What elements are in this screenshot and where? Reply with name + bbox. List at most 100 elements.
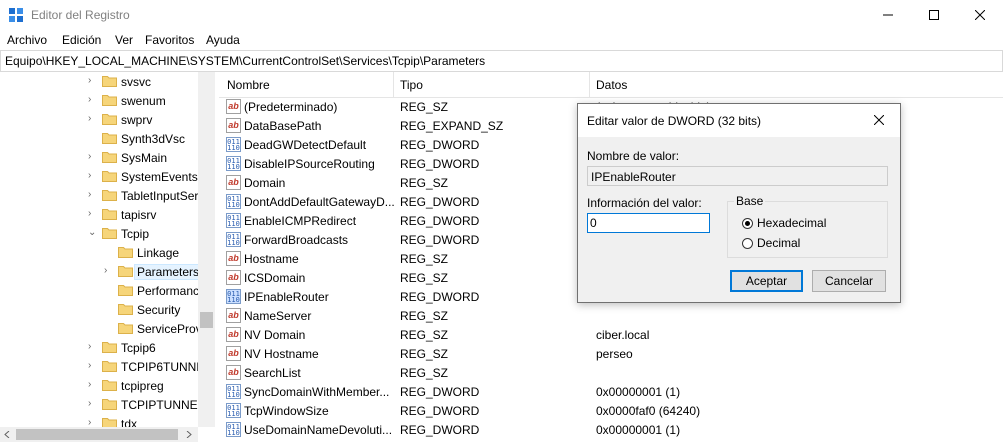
hex-radio[interactable]: Hexadecimal — [742, 216, 826, 230]
value-data-input[interactable] — [587, 213, 710, 233]
folder-icon — [118, 266, 133, 277]
expand-chevron-icon[interactable]: › — [88, 380, 96, 390]
expand-chevron-icon[interactable]: › — [104, 266, 112, 276]
collapse-chevron-icon[interactable]: ⌄ — [88, 228, 96, 238]
key-tree: › svsvc › swenum › swprv Synth3dVsc › SysMain › Sy… — [0, 72, 214, 442]
binary-value-icon: 011 110 — [226, 194, 241, 209]
tree-item[interactable]: › tapisrv — [0, 205, 214, 224]
tree-item[interactable]: › swenum — [0, 91, 214, 110]
expand-chevron-icon[interactable] — [104, 323, 112, 333]
menu-archivo[interactable]: Archivo — [7, 33, 47, 47]
value-data: 0x00000001 (1) — [596, 423, 681, 437]
tree-item[interactable]: Synth3dVsc — [0, 129, 214, 148]
menu-ayuda[interactable]: Ayuda — [206, 33, 240, 47]
string-value-icon: ab — [226, 327, 241, 342]
expand-chevron-icon[interactable]: › — [88, 152, 96, 162]
tree-item[interactable]: › tcpipreg — [0, 376, 214, 395]
value-name: SearchList — [244, 366, 301, 380]
tree-item[interactable]: › TCPIP6TUNNEL — [0, 357, 214, 376]
table-row[interactable]: 011 110 TcpWindowSize REG_DWORD 0x0000faf0 (… — [219, 401, 1003, 420]
value-name: DontAddDefaultGatewayD... — [244, 195, 394, 209]
table-row[interactable]: ab NV Hostname REG_SZ perseo — [219, 344, 1003, 363]
scroll-left-icon[interactable] — [4, 431, 10, 438]
expand-chevron-icon[interactable] — [104, 247, 112, 257]
value-type: REG_DWORD — [400, 423, 480, 437]
cancel-button[interactable]: Cancelar — [812, 270, 886, 292]
close-button[interactable] — [957, 0, 1003, 30]
tree-horizontal-scrollbar[interactable] — [0, 427, 198, 442]
value-type: REG_EXPAND_SZ — [400, 119, 504, 133]
expand-chevron-icon[interactable]: › — [88, 95, 96, 105]
scroll-right-icon[interactable] — [186, 431, 192, 438]
dialog-title-bar: Editar valor de DWORD (32 bits) — [578, 104, 900, 137]
dec-radio[interactable]: Decimal — [742, 236, 800, 250]
table-row[interactable]: 011 110 SyncDomainWithMember... REG_DWORD 0x… — [219, 382, 1003, 401]
expand-chevron-icon[interactable]: › — [88, 76, 96, 86]
tree-item-label: Parameters — [133, 264, 203, 280]
table-row[interactable]: 011 110 UseDomainNameDevoluti... REG_DWORD 0… — [219, 420, 1003, 439]
value-name: ICSDomain — [244, 271, 306, 285]
folder-icon — [118, 285, 133, 296]
tree-item[interactable]: › Tcpip6 — [0, 338, 214, 357]
column-divider[interactable] — [393, 72, 394, 97]
tree-item[interactable]: ServiceProvider — [0, 319, 214, 338]
tree-item[interactable]: › Parameters — [0, 262, 214, 281]
table-row[interactable]: ab NameServer REG_SZ — [219, 306, 1003, 325]
value-type: REG_DWORD — [400, 157, 480, 171]
value-name: NV Domain — [244, 328, 306, 342]
expand-chevron-icon[interactable] — [104, 285, 112, 295]
tree-item[interactable]: Performance — [0, 281, 214, 300]
value-name-field: IPEnableRouter — [587, 166, 888, 186]
value-type: REG_SZ — [400, 347, 449, 361]
maximize-button[interactable] — [911, 0, 957, 30]
dialog-close-button[interactable] — [868, 110, 890, 130]
value-type: REG_SZ — [400, 176, 449, 190]
binary-value-icon: 011 110 — [226, 156, 241, 171]
address-path: Equipo\HKEY_LOCAL_MACHINE\SYSTEM\Current… — [5, 54, 486, 68]
tree-item[interactable]: › SysMain — [0, 148, 214, 167]
tree-item-label: TCPIPTUNNEL — [121, 398, 205, 412]
tree-vertical-scrollbar[interactable] — [198, 72, 215, 427]
value-type: REG_DWORD — [400, 290, 480, 304]
tree-hscroll-thumb[interactable] — [16, 429, 178, 440]
minimize-button[interactable] — [865, 0, 911, 30]
tree-item[interactable]: › swprv — [0, 110, 214, 129]
tree-item[interactable]: Security — [0, 300, 214, 319]
expand-chevron-icon[interactable]: › — [88, 399, 96, 409]
value-name: ForwardBroadcasts — [244, 233, 349, 247]
value-type: REG_SZ — [400, 309, 449, 323]
column-header-data[interactable]: Datos — [596, 78, 627, 92]
expand-chevron-icon[interactable] — [88, 133, 96, 143]
column-header-name[interactable]: Nombre — [227, 78, 270, 92]
expand-chevron-icon[interactable] — [104, 304, 112, 314]
tree-item[interactable]: ›SystemEventsBroker — [0, 167, 214, 186]
ok-button[interactable]: Aceptar — [730, 270, 803, 292]
string-value-icon: ab — [226, 251, 241, 266]
expand-chevron-icon[interactable]: › — [88, 342, 96, 352]
tree-item[interactable]: ⌄ Tcpip — [0, 224, 214, 243]
tree-vscroll-thumb[interactable] — [200, 312, 213, 328]
tree-item[interactable]: › svsvc — [0, 72, 214, 91]
value-name: UseDomainNameDevoluti... — [244, 423, 393, 437]
column-header-type[interactable]: Tipo — [400, 78, 423, 92]
table-row[interactable]: ab NV Domain REG_SZ ciber.local — [219, 325, 1003, 344]
menu-favoritos[interactable]: Favoritos — [145, 33, 194, 47]
folder-icon — [102, 76, 117, 87]
address-bar[interactable]: Equipo\HKEY_LOCAL_MACHINE\SYSTEM\Current… — [0, 50, 1003, 72]
menu-edicion[interactable]: Edición — [62, 33, 101, 47]
tree-item-label: Tcpip6 — [121, 341, 156, 355]
expand-chevron-icon[interactable]: › — [88, 171, 96, 181]
dec-radio-label: Decimal — [757, 236, 801, 250]
string-value-icon: ab — [226, 99, 241, 114]
string-value-icon: ab — [226, 308, 241, 323]
column-divider[interactable] — [589, 72, 590, 97]
tree-item[interactable]: › TCPIPTUNNEL — [0, 395, 214, 414]
expand-chevron-icon[interactable]: › — [88, 190, 96, 200]
expand-chevron-icon[interactable]: › — [88, 209, 96, 219]
expand-chevron-icon[interactable]: › — [88, 114, 96, 124]
table-row[interactable]: ab SearchList REG_SZ — [219, 363, 1003, 382]
tree-item[interactable]: Linkage — [0, 243, 214, 262]
expand-chevron-icon[interactable]: › — [88, 361, 96, 371]
tree-item[interactable]: › TabletInputService — [0, 186, 214, 205]
menu-ver[interactable]: Ver — [115, 33, 133, 47]
